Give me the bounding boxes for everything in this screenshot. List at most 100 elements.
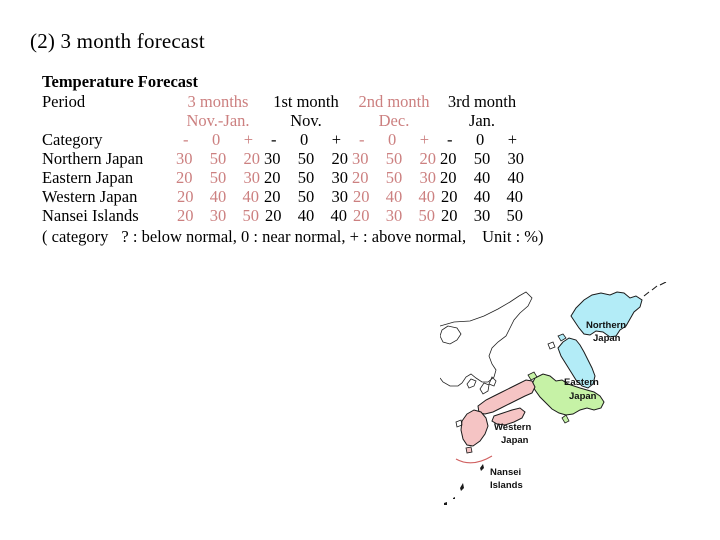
category-symbol-above: + <box>331 130 341 149</box>
value-below: 30 <box>264 149 281 168</box>
row-region-label: Western Japan <box>42 187 138 206</box>
page-title: (2) 3 month forecast <box>30 29 205 53</box>
value-above: 40 <box>330 206 348 225</box>
data-cell: 20 30 50 <box>174 206 262 225</box>
value-above: 20 <box>331 149 349 168</box>
map-label-eastern-line1: Eastern <box>564 377 599 388</box>
category-symbols-2: - 0 + <box>350 130 438 149</box>
map-label-nansei-line2: Islands <box>490 480 523 491</box>
value-below: 20 <box>440 168 457 187</box>
data-cell: 20 40 40 <box>350 187 438 206</box>
data-cell: 20 40 40 <box>438 187 526 206</box>
value-near: 50 <box>209 149 227 168</box>
value-near: 30 <box>209 206 227 225</box>
column-header-months-1: Nov. <box>290 111 322 130</box>
table-row: Eastern Japan 20 50 30 20 50 30 20 50 30… <box>42 168 526 187</box>
category-symbol-above: + <box>243 130 253 149</box>
value-above: 40 <box>506 187 524 206</box>
value-near: 50 <box>297 168 315 187</box>
map-label-nansei-islands: Nansei Islands <box>490 467 523 491</box>
data-cell: 20 50 30 <box>350 168 438 187</box>
data-cell: 20 40 40 <box>438 168 526 187</box>
value-above: 20 <box>419 149 437 168</box>
data-cell: 20 50 30 <box>174 168 262 187</box>
table-row: Western Japan 20 40 40 20 50 30 20 40 40… <box>42 187 526 206</box>
value-below: 20 <box>353 206 370 225</box>
map-label-northern-line1: Northern <box>586 320 626 331</box>
value-above: 30 <box>331 168 349 187</box>
data-cell: 20 40 40 <box>262 206 350 225</box>
map-label-northern-line2: Japan <box>593 333 621 344</box>
mainland-coastline <box>440 291 533 395</box>
column-header-months-3: Jan. <box>468 111 496 130</box>
value-above: 30 <box>507 149 525 168</box>
data-cell: 20 50 30 <box>262 187 350 206</box>
footnote-unit: Unit : %) <box>482 227 544 246</box>
value-below: 20 <box>441 206 458 225</box>
value-below: 20 <box>352 168 369 187</box>
column-header-period-0: 3 months <box>187 92 249 111</box>
footnote-below: ? : below normal, <box>121 227 237 246</box>
value-above: 30 <box>419 168 437 187</box>
table-row-period: Period 3 months 1st month 2nd month 3rd … <box>42 92 526 111</box>
table-caption: Temperature Forecast <box>42 72 198 91</box>
value-near: 30 <box>473 206 491 225</box>
value-near: 40 <box>209 187 227 206</box>
value-near: 40 <box>473 168 491 187</box>
period-label: Period <box>42 92 86 111</box>
value-below: 20 <box>176 168 193 187</box>
value-near: 50 <box>209 168 227 187</box>
map-label-western-line2: Japan <box>501 435 529 446</box>
data-cell: 30 50 20 <box>350 149 438 168</box>
row-region-label: Nansei Islands <box>42 206 139 225</box>
value-near: 50 <box>297 187 315 206</box>
value-above: 50 <box>506 206 524 225</box>
forecast-table: Period 3 months 1st month 2nd month 3rd … <box>42 92 526 225</box>
value-above: 50 <box>242 206 260 225</box>
map-label-western-japan: Western Japan <box>494 422 532 446</box>
category-symbol-below: - <box>271 130 277 149</box>
value-below: 20 <box>177 187 194 206</box>
value-near: 50 <box>297 149 315 168</box>
category-symbol-near: 0 <box>211 130 221 149</box>
temperature-forecast-block: Temperature Forecast Period 3 months 1st… <box>42 72 642 247</box>
category-symbols-3: - 0 + <box>438 130 526 149</box>
column-header-period-1: 1st month <box>273 92 339 111</box>
category-symbol-above: + <box>507 130 517 149</box>
table-row: Northern Japan 30 50 20 30 50 20 30 50 2… <box>42 149 526 168</box>
row-region-label: Northern Japan <box>42 149 144 168</box>
category-symbols-1: - 0 + <box>262 130 350 149</box>
value-near: 40 <box>297 206 315 225</box>
value-below: 20 <box>177 206 194 225</box>
table-row: Nansei Islands 20 30 50 20 40 40 20 30 5… <box>42 206 526 225</box>
value-near: 40 <box>473 187 491 206</box>
category-symbols-0: - 0 + <box>174 130 262 149</box>
value-above: 30 <box>331 187 349 206</box>
table-row-category: Category - 0 + - 0 + - 0 + - 0 + <box>42 130 526 149</box>
footnote-open: ( category <box>42 227 109 246</box>
value-above: 40 <box>418 187 436 206</box>
column-header-months-2: Dec. <box>378 111 410 130</box>
row-region-label: Eastern Japan <box>42 168 134 187</box>
data-cell: 20 30 50 <box>350 206 438 225</box>
category-symbol-near: 0 <box>475 130 485 149</box>
region-nansei-islands <box>444 464 484 505</box>
value-near: 30 <box>385 206 403 225</box>
value-above: 40 <box>242 187 260 206</box>
value-below: 20 <box>441 187 458 206</box>
value-near: 50 <box>473 149 491 168</box>
data-cell: 30 50 20 <box>174 149 262 168</box>
value-below: 20 <box>353 187 370 206</box>
value-below: 20 <box>440 149 457 168</box>
value-above: 30 <box>243 168 261 187</box>
data-cell: 20 50 30 <box>262 168 350 187</box>
data-cell: 20 30 50 <box>438 206 526 225</box>
category-symbol-below: - <box>359 130 365 149</box>
value-near: 40 <box>385 187 403 206</box>
category-symbol-below: - <box>447 130 453 149</box>
category-symbol-above: + <box>419 130 429 149</box>
value-above: 50 <box>418 206 436 225</box>
data-cell: 20 50 30 <box>438 149 526 168</box>
value-below: 20 <box>264 168 281 187</box>
column-header-period-2: 2nd month <box>358 92 430 111</box>
